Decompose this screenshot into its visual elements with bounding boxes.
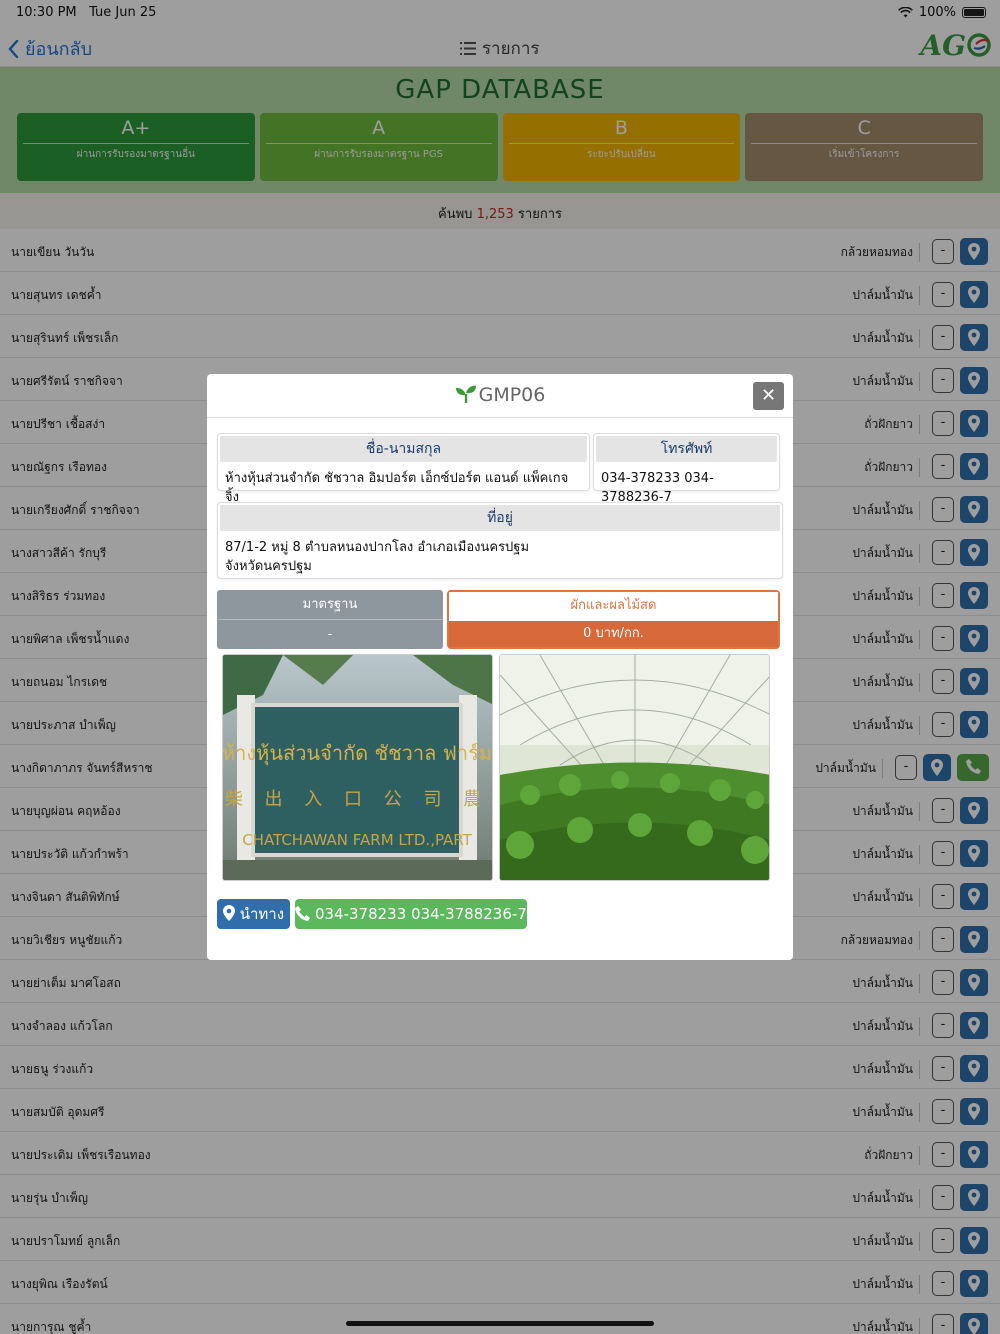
greenhouse-photo[interactable] [499,654,770,881]
modal-header: GMP06 ✕ [207,374,793,418]
home-indicator [346,1321,654,1326]
name-label: ชื่อ-นามสกุล [220,436,587,462]
modal-title: GMP06 [207,384,793,406]
product-price: 0 บาท/กก. [449,621,778,647]
farm-sign-photo[interactable]: ห้างหุ้นส่วนจำกัด ชัชวาล ฟาร์ม 泰 柴 出 入 口… [222,654,493,881]
farm-sign-english: CHATCHAWAN FARM LTD.,PART [242,831,472,849]
standard-label: มาตรฐาน [217,590,443,620]
standard-value: - [327,627,333,642]
farm-sign-chinese: 泰 柴 出 入 口 公 司 農 場 [223,789,493,810]
close-icon: ✕ [760,385,777,406]
farm-sign-thai: ห้างหุ้นส่วนจำกัด ชัชวาล ฟาร์ม [223,741,492,766]
address-line1: 87/1-2 หมู่ 8 ตำบลหนองปากโลง อำเภอเมืองน… [225,540,530,555]
sprout-icon [455,385,476,403]
call-button[interactable]: 034-378233 034-3788236-7 [295,899,527,929]
product-label: ผักและผลไม้สด [449,592,778,621]
address-label: ที่อยู่ [220,505,780,531]
product-box[interactable]: ผักและผลไม้สด 0 บาท/กก. [447,590,780,649]
phone-card: โทรศัพท์ 034-378233 034-3788236-7 [593,433,780,505]
name-card: ชื่อ-นามสกุล ห้างหุ้นส่วนจำกัด ชัชวาล อิ… [217,433,590,505]
address-card: ที่อยู่ 87/1-2 หมู่ 8 ตำบลหนองปากโลง อำเ… [217,502,783,579]
standard-box: มาตรฐาน - [217,590,443,649]
map-pin-icon [222,905,235,921]
phone-icon [295,906,311,921]
farm-sign-illustration: ห้างหุ้นส่วนจำกัด ชัชวาล ฟาร์ม 泰 柴 出 入 口… [223,655,493,880]
address-value: 87/1-2 หมู่ 8 ตำบลหนองปากโลง อำเภอเมืองน… [218,533,782,581]
address-line2: จังหวัดนครปฐม [225,559,312,574]
detail-modal: GMP06 ✕ ชื่อ-นามสกุล ห้างหุ้นส่วนจำกัด ช… [207,374,793,960]
phone-label: โทรศัพท์ [596,436,777,462]
greenhouse-illustration [500,655,769,880]
close-button[interactable]: ✕ [753,382,784,410]
navigate-button[interactable]: นำทาง [217,899,290,929]
